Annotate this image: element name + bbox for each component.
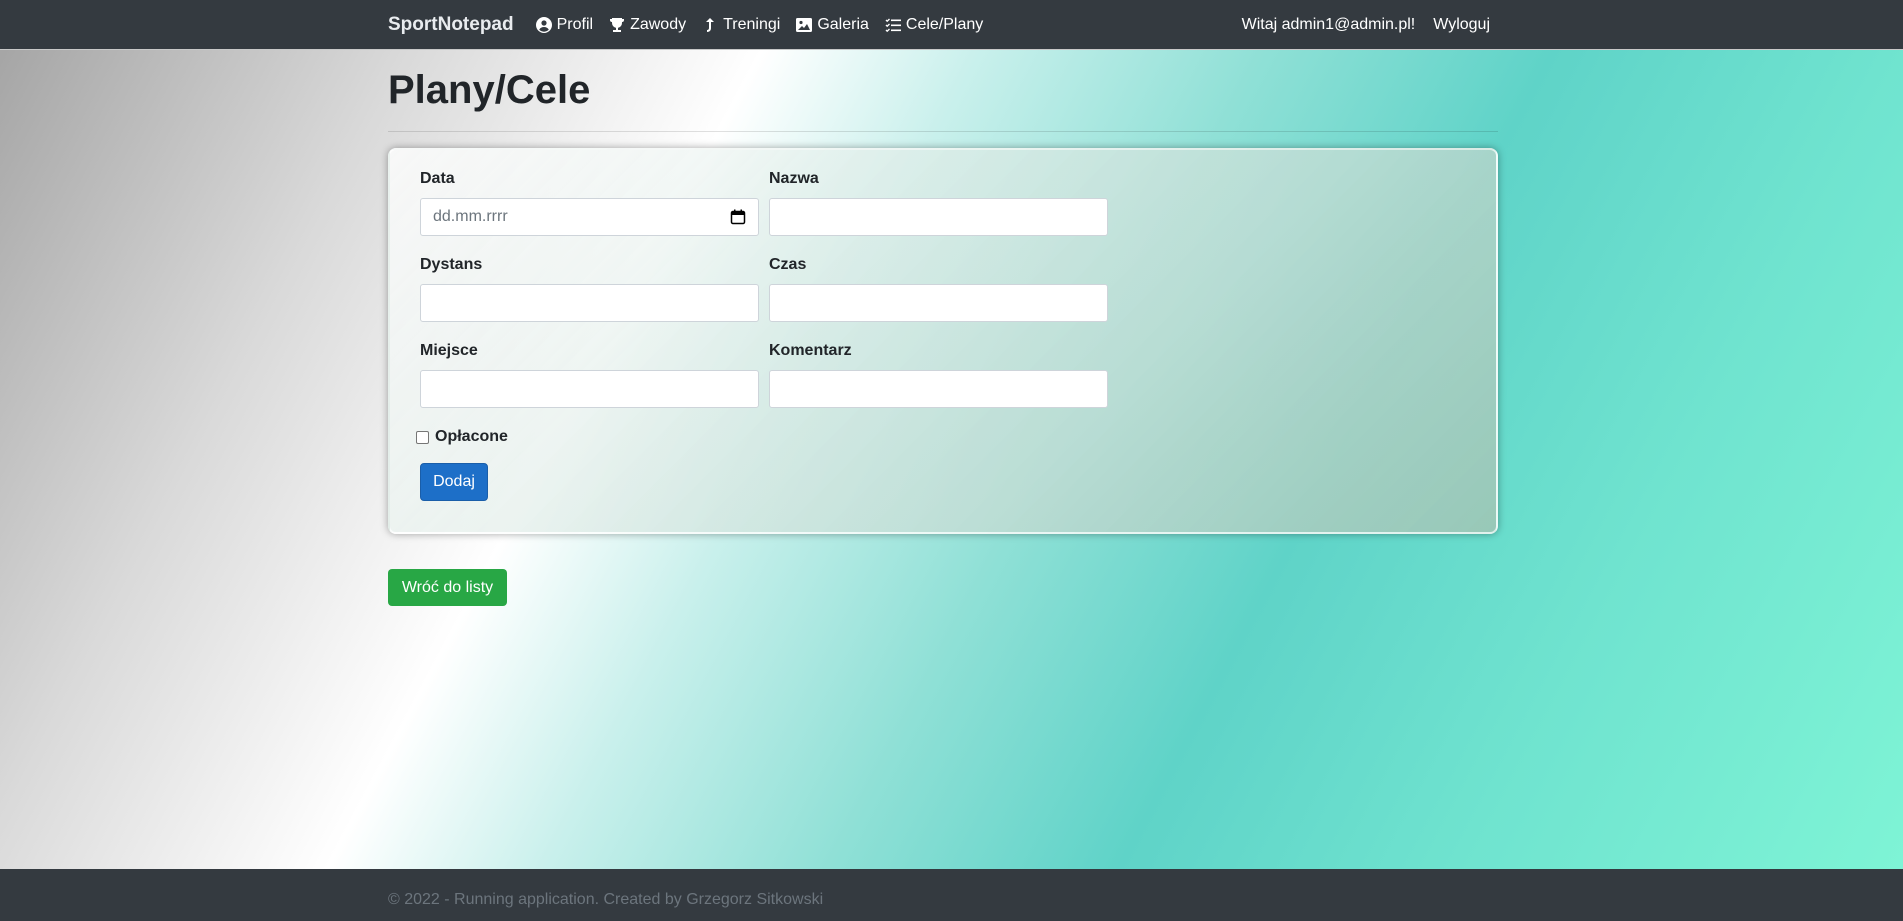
calendar-icon[interactable]: [730, 209, 746, 225]
navbar-user-area: Witaj admin1@admin.pl! Wyloguj: [1242, 16, 1498, 34]
date-label: Data: [420, 170, 455, 187]
paid-checkbox[interactable]: [416, 430, 429, 444]
name-input[interactable]: [769, 198, 1108, 236]
paid-checkbox-row: Opłacone: [416, 428, 508, 446]
time-input[interactable]: [769, 284, 1108, 322]
trophy-icon: [610, 18, 625, 32]
list-check-icon: [885, 18, 901, 33]
time-label: Czas: [769, 256, 807, 273]
comment-label: Komentarz: [769, 342, 852, 359]
nav-link-label: Cele/Plany: [905, 16, 984, 33]
page-footer: © 2022 - Running application. Created by…: [0, 869, 1903, 921]
nav-link-zawody[interactable]: Zawody: [609, 16, 686, 34]
footer-copyright: © 2022 - Running application. Created by…: [388, 891, 824, 908]
nav-link-label: Zawody: [630, 16, 687, 33]
date-field-group: Data dd.mm.rrrr: [420, 170, 759, 236]
nav-link-treningi[interactable]: Treningi: [702, 16, 780, 34]
back-to-list-button[interactable]: Wróć do listy: [388, 569, 507, 606]
date-input[interactable]: dd.mm.rrrr: [420, 198, 759, 236]
place-field-group: Miejsce: [420, 342, 759, 408]
navbar-container: SportNotepad Profil Zawody Treningi Gale…: [388, 0, 1498, 50]
arrow-up-right-icon: [706, 18, 715, 32]
logout-link[interactable]: Wyloguj: [1433, 16, 1490, 34]
time-field-group: Czas: [769, 256, 1108, 322]
comment-field-group: Komentarz: [769, 342, 1108, 408]
nav-link-profil[interactable]: Profil: [535, 16, 594, 34]
nav-link-label: Profil: [556, 16, 594, 33]
user-circle-icon: [535, 17, 552, 33]
date-placeholder: dd.mm.rrrr: [433, 208, 508, 225]
place-label: Miejsce: [420, 342, 478, 359]
image-icon: [796, 18, 813, 32]
name-field-group: Nazwa: [769, 170, 1108, 236]
nav-link-label: Galeria: [817, 16, 869, 33]
brand-link[interactable]: SportNotepad: [388, 14, 514, 36]
plan-form-card: Data dd.mm.rrrr Nazwa Dystans Czas Miejs…: [388, 148, 1498, 534]
nav-link-galeria[interactable]: Galeria: [796, 16, 869, 34]
user-greeting[interactable]: Witaj admin1@admin.pl!: [1242, 16, 1416, 34]
name-label: Nazwa: [769, 170, 819, 187]
page-title: Plany/Cele: [388, 68, 591, 112]
top-navbar: SportNotepad Profil Zawody Treningi Gale…: [0, 0, 1903, 50]
nav-link-cele-plany[interactable]: Cele/Plany: [885, 16, 983, 34]
title-divider: [388, 131, 1498, 132]
nav-link-label: Treningi: [723, 16, 781, 33]
distance-input[interactable]: [420, 284, 759, 322]
add-button[interactable]: Dodaj: [420, 463, 488, 501]
distance-field-group: Dystans: [420, 256, 759, 322]
comment-input[interactable]: [769, 370, 1108, 408]
paid-label[interactable]: Opłacone: [435, 428, 508, 446]
place-input[interactable]: [420, 370, 759, 408]
distance-label: Dystans: [420, 256, 483, 273]
